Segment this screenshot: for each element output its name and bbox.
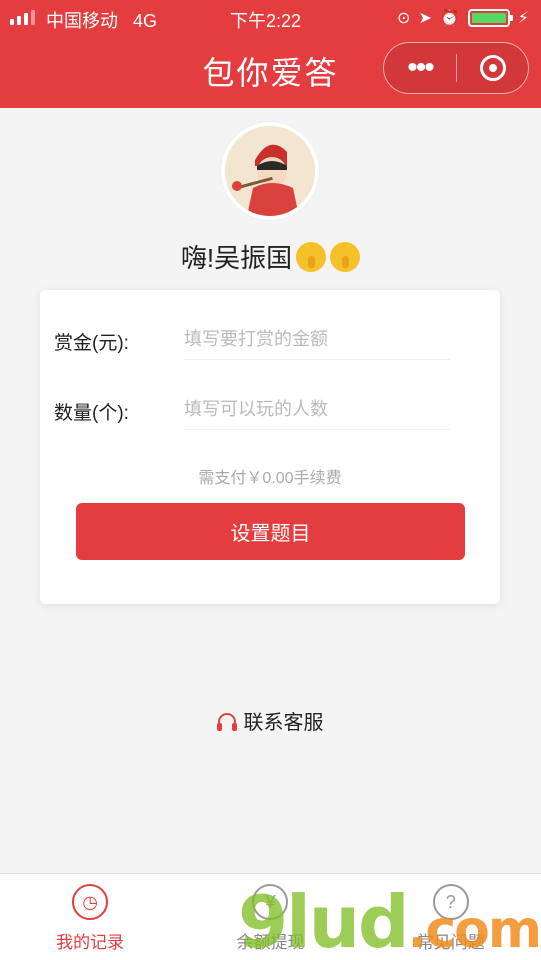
contact-label: 联系客服 [243,712,324,734]
avatar[interactable] [221,122,319,220]
history-clock-icon: ◷ [72,884,109,920]
reward-amount-input[interactable] [184,320,450,360]
top-bar: 中国移动 4G 下午2:22 ⊙ ➤ ⏰ ⚡ 包你爱答 ••• [0,0,541,108]
network-label: 4G [133,11,158,31]
status-bar: 中国移动 4G 下午2:22 ⊙ ➤ ⏰ ⚡ [0,0,541,36]
setup-card: 赏金(元): 数量(个): 需支付￥0.00手续费 设置题目 [40,290,500,604]
reward-label: 赏金(元): [54,333,129,354]
shush-emoji-icon [330,242,361,272]
headset-icon [216,713,237,731]
set-question-button[interactable]: 设置题目 [76,503,465,560]
tab-my-records[interactable]: ◷ 我的记录 [0,874,180,960]
battery-icon [467,9,513,27]
watermark-text: 9lud [238,880,410,960]
charging-icon: ⚡ [517,10,529,27]
target-close-icon [479,55,506,81]
signal-icon [10,9,35,25]
lock-rotation-icon: ⊙ [397,10,411,27]
watermark: 9lud.com [238,880,541,960]
player-count-input[interactable] [184,390,450,430]
close-button[interactable] [457,55,528,81]
carrier-label: 中国移动 4G [46,11,158,31]
tab-label: 我的记录 [56,933,125,952]
greeting-text: 嗨!吴振国 [180,243,293,273]
alarm-icon: ⏰ [439,10,460,27]
more-dots-icon[interactable]: ••• [384,53,456,83]
status-time: 下午2:22 [230,11,302,31]
fee-note: 需支付￥0.00手续费 [198,470,342,487]
location-icon: ➤ [418,10,432,27]
watermark-suffix: .com [407,900,541,960]
shush-emoji-icon [296,242,327,272]
contact-service-link[interactable]: 联系客服 [0,706,541,735]
count-label: 数量(个): [54,403,129,424]
status-icons: ⊙ ➤ ⏰ ⚡ [397,8,529,28]
menu-capsule: ••• [383,42,529,94]
greeting: 嗨!吴振国 [0,238,541,275]
